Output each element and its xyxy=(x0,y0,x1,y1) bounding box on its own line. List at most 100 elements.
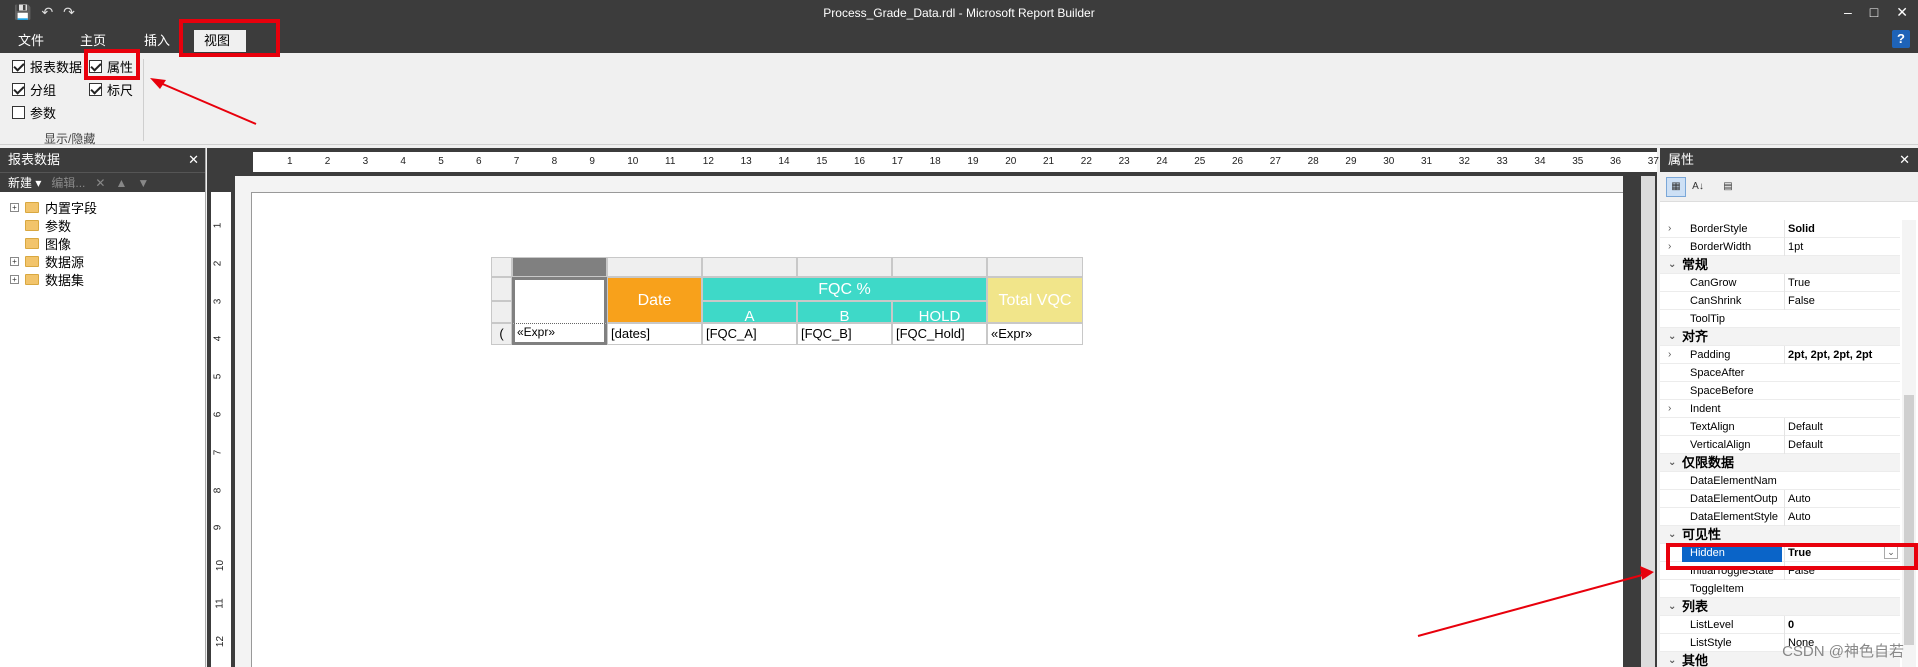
property-row[interactable]: DataElementOutp Auto xyxy=(1660,490,1900,508)
property-row[interactable]: CanShrink False xyxy=(1660,292,1900,310)
property-row[interactable]: ToggleItem xyxy=(1660,580,1900,598)
row-group-handle[interactable]: ( xyxy=(491,323,512,345)
header-b-cell[interactable]: B xyxy=(797,301,892,323)
data-fqc-hold-cell[interactable]: [FQC_Hold] xyxy=(892,323,987,345)
column-handle[interactable] xyxy=(607,257,702,277)
data-fqc-a-cell[interactable]: [FQC_A] xyxy=(702,323,797,345)
property-value[interactable]: Solid xyxy=(1784,220,1900,238)
property-row[interactable]: › BorderStyle Solid xyxy=(1660,220,1900,238)
row-handle[interactable] xyxy=(491,277,512,301)
ruler-tick-label: 15 xyxy=(816,156,828,167)
expand-icon[interactable]: › xyxy=(1668,346,1671,364)
expand-icon[interactable]: + xyxy=(10,203,19,212)
expand-icon[interactable]: › xyxy=(1668,238,1671,256)
property-category[interactable]: ⌄ 常规 xyxy=(1660,256,1900,274)
tree-item-builtin-fields[interactable]: + 内置字段 xyxy=(10,198,97,217)
column-handle[interactable] xyxy=(892,257,987,277)
collapse-icon[interactable]: ⌄ xyxy=(1668,526,1676,544)
header-hold-cell[interactable]: HOLD xyxy=(892,301,987,323)
property-value[interactable]: Auto xyxy=(1784,508,1900,526)
ruler-checkbox[interactable]: 标尺 xyxy=(89,80,133,99)
property-row[interactable]: SpaceBefore xyxy=(1660,382,1900,400)
property-pages-icon[interactable]: ▤ xyxy=(1718,177,1738,197)
new-button[interactable]: 新建 ▾ xyxy=(8,173,41,192)
ruler-tick-label: 24 xyxy=(1156,156,1168,167)
expand-icon[interactable]: + xyxy=(10,275,19,284)
property-value[interactable]: 2pt, 2pt, 2pt, 2pt xyxy=(1784,346,1900,364)
expand-icon[interactable]: › xyxy=(1668,220,1671,238)
maximize-button[interactable]: □ xyxy=(1870,4,1878,21)
property-value[interactable]: Auto xyxy=(1784,490,1900,508)
column-handle[interactable] xyxy=(987,257,1083,277)
grouping-checkbox[interactable]: 分组 xyxy=(12,80,56,99)
close-panel-icon[interactable]: ✕ xyxy=(188,148,199,172)
column-handle[interactable] xyxy=(512,257,607,277)
watermark: CSDN @神色自若 xyxy=(1782,643,1904,660)
move-up-icon[interactable]: ▲ xyxy=(115,173,127,192)
scroll-thumb[interactable] xyxy=(1904,395,1914,645)
column-handle[interactable] xyxy=(702,257,797,277)
tablix-corner-handle[interactable] xyxy=(491,257,512,277)
property-row[interactable]: DataElementNam xyxy=(1660,472,1900,490)
edit-button[interactable]: 编辑... xyxy=(51,173,85,192)
property-row[interactable]: ToolTip xyxy=(1660,310,1900,328)
property-value[interactable]: False xyxy=(1784,292,1900,310)
property-row[interactable]: › BorderWidth 1pt xyxy=(1660,238,1900,256)
data-fqc-b-cell[interactable]: [FQC_B] xyxy=(797,323,892,345)
data-dates-cell[interactable]: [dates] xyxy=(607,323,702,345)
property-row[interactable]: DataElementStyle Auto xyxy=(1660,508,1900,526)
expand-icon[interactable]: + xyxy=(10,257,19,266)
corner-cell[interactable] xyxy=(512,277,607,323)
tab-insert[interactable]: 插入 xyxy=(134,30,180,52)
tab-file[interactable]: 文件 xyxy=(8,30,54,52)
header-a-cell[interactable]: A xyxy=(702,301,797,323)
move-down-icon[interactable]: ▼ xyxy=(137,173,149,192)
close-button[interactable]: ✕ xyxy=(1896,4,1908,21)
property-category[interactable]: ⌄ 仅限数据 xyxy=(1660,454,1900,472)
property-value[interactable]: Default xyxy=(1784,418,1900,436)
property-value[interactable]: True xyxy=(1784,274,1900,292)
property-value[interactable]: 0 xyxy=(1784,616,1900,634)
data-expr2-cell[interactable]: «Expr» xyxy=(987,323,1083,345)
property-category[interactable]: ⌄ 列表 xyxy=(1660,598,1900,616)
minimize-button[interactable]: – xyxy=(1844,4,1852,21)
expand-icon[interactable]: › xyxy=(1668,400,1671,418)
property-row[interactable]: VerticalAlign Default xyxy=(1660,436,1900,454)
tree-item-data-sources[interactable]: + 数据源 xyxy=(10,252,84,271)
property-row[interactable]: SpaceAfter xyxy=(1660,364,1900,382)
property-row[interactable]: › Padding 2pt, 2pt, 2pt, 2pt xyxy=(1660,346,1900,364)
report-data-checkbox[interactable]: 报表数据 xyxy=(12,57,82,76)
ruler-tick-label: 14 xyxy=(778,156,790,167)
property-row[interactable]: ListLevel 0 xyxy=(1660,616,1900,634)
collapse-icon[interactable]: ⌄ xyxy=(1668,256,1676,274)
data-expr-cell[interactable]: «Expr» xyxy=(512,323,607,345)
help-icon[interactable]: ? xyxy=(1892,30,1910,48)
delete-icon[interactable]: ✕ xyxy=(95,173,105,192)
tree-item-parameters[interactable]: 参数 xyxy=(10,216,71,235)
property-row[interactable]: TextAlign Default xyxy=(1660,418,1900,436)
parameters-checkbox[interactable]: 参数 xyxy=(12,103,56,122)
property-row[interactable]: › Indent xyxy=(1660,400,1900,418)
property-value[interactable]: 1pt xyxy=(1784,238,1900,256)
property-row[interactable]: CanGrow True xyxy=(1660,274,1900,292)
column-handle[interactable] xyxy=(797,257,892,277)
property-value[interactable]: Default xyxy=(1784,436,1900,454)
tree-item-datasets[interactable]: + 数据集 xyxy=(10,270,84,289)
header-fqc-cell[interactable]: FQC % xyxy=(702,277,987,301)
property-category[interactable]: ⌄ 可见性 xyxy=(1660,526,1900,544)
design-scrollbar[interactable] xyxy=(1641,176,1655,667)
row-handle[interactable] xyxy=(491,301,512,323)
ruler-tick-label: 5 xyxy=(212,373,224,380)
alphabetical-sort-icon[interactable]: A↓ xyxy=(1688,177,1708,197)
collapse-icon[interactable]: ⌄ xyxy=(1668,598,1676,616)
header-date-cell[interactable]: Date xyxy=(607,277,702,323)
categorized-icon[interactable]: ▦ xyxy=(1666,177,1686,197)
header-total-vqc-cell[interactable]: Total VQC xyxy=(987,277,1083,323)
collapse-icon[interactable]: ⌄ xyxy=(1668,328,1676,346)
collapse-icon[interactable]: ⌄ xyxy=(1668,454,1676,472)
tree-item-images[interactable]: 图像 xyxy=(10,234,71,253)
property-category[interactable]: ⌄ 对齐 xyxy=(1660,328,1900,346)
close-panel-icon[interactable]: ✕ xyxy=(1899,148,1910,172)
collapse-icon[interactable]: ⌄ xyxy=(1668,652,1676,667)
properties-scrollbar[interactable] xyxy=(1902,220,1916,667)
